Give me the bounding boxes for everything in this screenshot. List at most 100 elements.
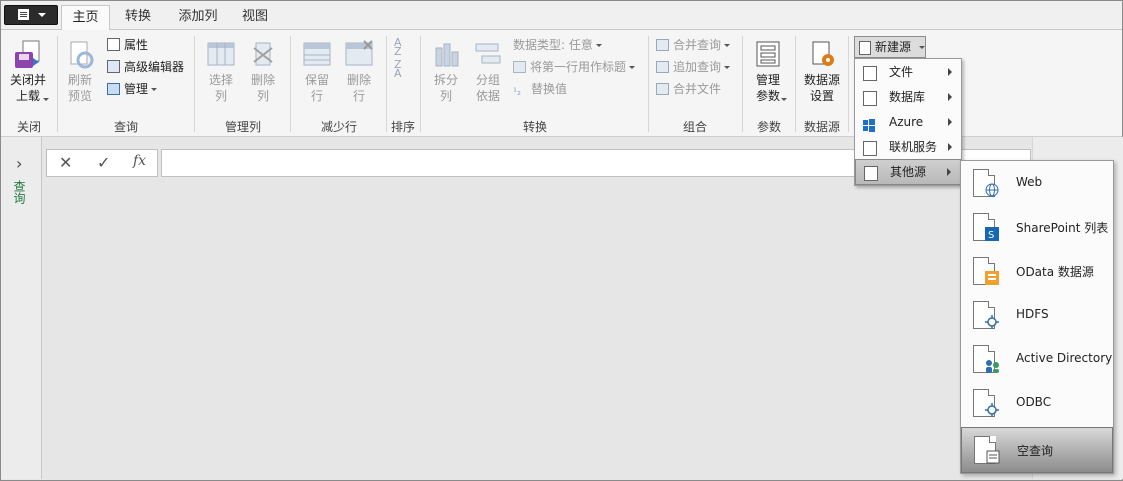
submenu-item-label: 空查询 [1017,444,1054,458]
submenu-item-web[interactable]: Web [961,161,1113,205]
submenu-item-label: ODBC [1016,395,1052,409]
menu-item-label: 文件 [889,65,914,79]
group-separator [795,36,796,132]
use-first-row-as-headers-button[interactable]: 将第一行用作标题 [513,59,636,77]
odata-icon [985,271,999,285]
combine-files-label: 合并文件 [673,82,722,96]
group-label-parameters: 参数 [756,120,781,134]
blank-query-icon [986,450,1000,464]
tab-view[interactable]: 视图 [233,5,277,28]
data-source-settings-label: 数据源 设置 [803,73,840,103]
chevron-right-icon [948,118,952,126]
refresh-icon [65,40,95,70]
submenu-item-sharepoint-list[interactable]: S SharePoint 列表 [961,205,1113,249]
chevron-down-icon [724,44,731,47]
group-label-transform: 转换 [522,120,547,134]
append-queries-button[interactable]: 追加查询 [656,59,731,77]
choose-columns-button[interactable]: 选择 列 [202,40,240,104]
keep-rows-icon [302,40,332,70]
cloud-icon [863,141,877,156]
properties-label: 属性 [124,38,149,52]
tab-home[interactable]: 主页 [61,5,110,30]
submenu-item-odbc[interactable]: ODBC [961,381,1113,425]
chevron-down-icon [629,66,636,69]
submenu-item-label: SharePoint 列表 [1016,221,1109,235]
sort-ascending-icon[interactable]: AZ [394,37,412,57]
hdfs-icon [985,315,999,329]
file-icon [863,66,877,81]
group-by-button[interactable]: 分组 依据 [469,40,507,104]
data-source-settings-icon [807,40,837,70]
close-and-load-icon [13,40,43,70]
remove-columns-label: 删除 列 [250,73,275,103]
new-source-button[interactable]: 新建源 [854,36,926,58]
tab-transform[interactable]: 转换 [115,5,161,28]
combine-files-icon [656,83,669,95]
menu-item-label: Azure [889,115,924,129]
refresh-preview-button[interactable]: 刷新 预览 [62,40,98,104]
sort-descending-icon[interactable]: ZA [394,59,412,79]
replace-values-button[interactable]: ¹₂ 替换值 [513,81,567,99]
merge-queries-button[interactable]: 合并查询 [656,37,731,55]
group-separator [848,36,849,132]
windows-icon [863,116,875,132]
tab-add-column[interactable]: 添加列 [170,5,226,28]
manage-parameters-dropdown-icon[interactable] [781,98,787,101]
chevron-down-icon [724,66,731,69]
properties-icon [107,38,120,51]
first-row-header-icon [513,61,526,73]
choose-columns-label: 选择 列 [208,73,233,103]
remove-columns-button[interactable]: 删除 列 [245,40,281,104]
menu-item-other-sources[interactable]: 其他源 [855,159,961,185]
expand-queries-pane-icon[interactable]: › [16,154,22,173]
group-label-sort: 排序 [390,120,415,134]
cancel-formula-icon[interactable]: ✕ [59,153,72,172]
split-column-button[interactable]: 拆分 列 [428,40,464,104]
menu-item-azure[interactable]: Azure [855,110,961,134]
submenu-item-blank-query[interactable]: 空查询 [961,427,1113,473]
split-column-label: 拆分 列 [433,73,458,103]
data-type-label: 数据类型: 任意 [513,38,593,52]
advanced-editor-button[interactable]: 高级编辑器 [107,59,184,77]
commit-formula-icon[interactable]: ✓ [97,153,110,172]
menu-item-online-services[interactable]: 联机服务 [855,135,961,159]
group-separator [386,36,387,132]
menu-item-label: 联机服务 [889,140,938,154]
chevron-down-icon [919,46,925,49]
data-type-dropdown[interactable]: 数据类型: 任意 [513,37,602,55]
manage-parameters-button[interactable]: 管理 参数 [748,40,788,104]
svg-text:S: S [988,230,994,241]
chevron-down-icon [151,88,158,91]
use-first-row-as-headers-label: 将第一行用作标题 [530,60,627,74]
submenu-item-label: HDFS [1016,307,1049,321]
keep-rows-button[interactable]: 保留 行 [298,40,336,104]
combine-files-button[interactable]: 合并文件 [656,81,721,99]
file-menu-button[interactable] [4,5,58,25]
data-source-settings-button[interactable]: 数据源 设置 [800,40,844,104]
group-separator [742,36,743,132]
append-queries-label: 追加查询 [673,60,722,74]
sharepoint-icon: S [985,227,999,241]
replace-values-icon: ¹₂ [513,87,522,98]
advanced-editor-icon [107,60,120,73]
fx-icon[interactable]: fx [133,153,146,169]
remove-rows-button[interactable]: 删除 行 [340,40,378,104]
group-separator [648,36,649,132]
submenu-item-hdfs[interactable]: HDFS [961,293,1113,337]
submenu-item-active-directory[interactable]: Active Directory [961,337,1113,381]
new-source-label: 新建源 [875,40,912,54]
submenu-item-label: Active Directory [1016,351,1113,365]
submenu-item-odata[interactable]: OData 数据源 [961,249,1113,293]
chevron-right-icon [948,143,952,151]
manage-query-label: 管理 [124,82,149,96]
menu-item-file[interactable]: 文件 [855,60,961,84]
menu-item-database[interactable]: 数据库 [855,85,961,109]
close-and-load-button[interactable]: 关闭并 上载 [5,40,51,104]
group-label-combine: 组合 [682,120,707,134]
append-queries-icon [656,61,669,73]
properties-button[interactable]: 属性 [107,37,148,55]
close-and-load-dropdown-icon[interactable] [43,98,49,101]
group-by-label: 分组 依据 [475,73,500,103]
menu-item-label: 其他源 [890,165,927,179]
manage-query-button[interactable]: 管理 [107,81,158,99]
